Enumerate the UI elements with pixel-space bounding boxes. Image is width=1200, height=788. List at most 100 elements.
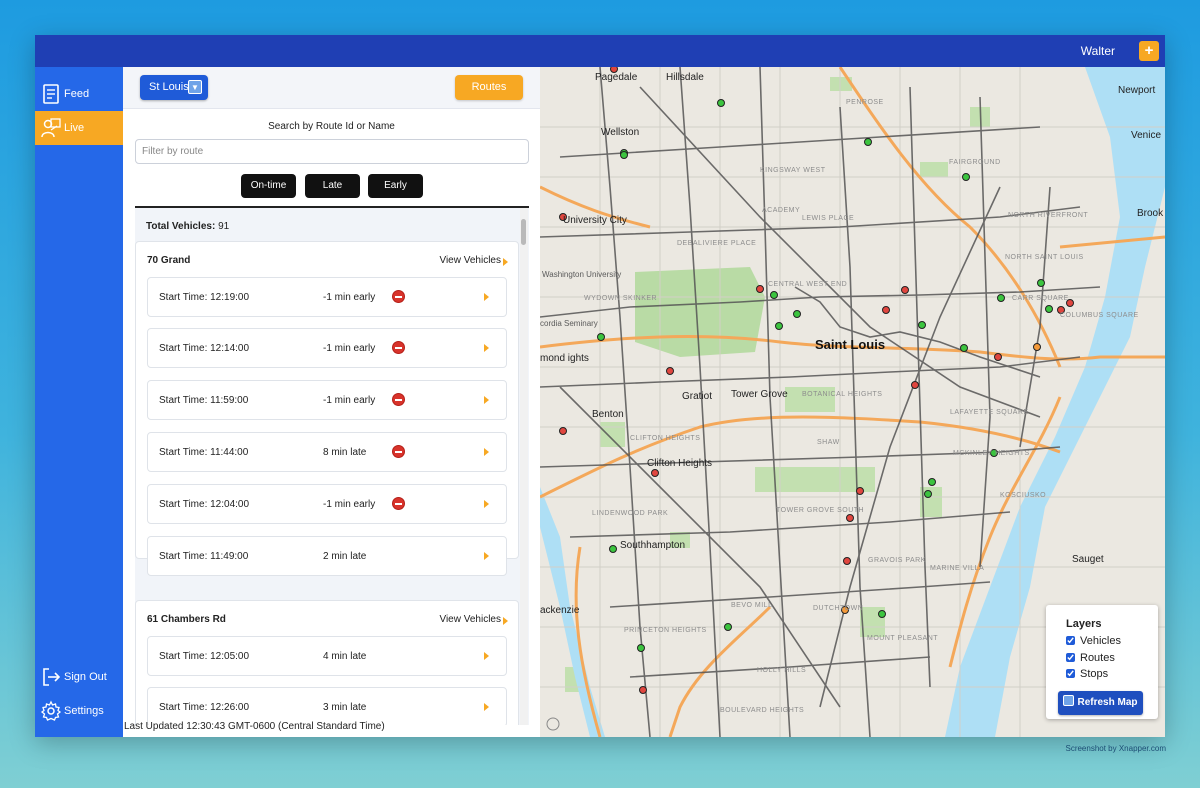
username[interactable]: Walter bbox=[1081, 44, 1115, 58]
map-label: BEVO MILL bbox=[731, 602, 773, 609]
trip-row[interactable]: Start Time: 12:05:00 4 min late bbox=[147, 636, 507, 676]
no-entry-icon bbox=[393, 291, 404, 302]
map-label: Tower Grove bbox=[731, 389, 788, 400]
sidebar-item-label: Feed bbox=[64, 88, 90, 100]
caret-right-icon[interactable] bbox=[503, 258, 508, 266]
map-label: KOSCIUSKO bbox=[1000, 492, 1047, 499]
map-label: Gratiot bbox=[682, 391, 713, 402]
city-selector[interactable]: St Louis ▼ bbox=[140, 75, 208, 100]
map-label: GRAVOIS PARK bbox=[868, 557, 926, 564]
map-label: DEBALIVIERE PLACE bbox=[677, 240, 757, 247]
map-label: SHAW bbox=[817, 439, 840, 446]
sidebar-item-live[interactable]: Live bbox=[35, 111, 123, 145]
panel-header: St Louis ▼ Routes bbox=[123, 67, 540, 109]
sign-out-icon bbox=[43, 668, 61, 686]
map-label: MARINE VILLA bbox=[930, 565, 985, 572]
caret-right-icon[interactable] bbox=[484, 293, 489, 301]
sidebar-item-label: Settings bbox=[64, 705, 104, 717]
map-view[interactable]: Pagedale Hillsdale Wellston University C… bbox=[540, 67, 1165, 737]
layer-routes-toggle[interactable]: Routes bbox=[1066, 652, 1115, 664]
route-name: 61 Chambers Rd bbox=[147, 614, 226, 625]
map-label: ACADEMY bbox=[762, 207, 801, 214]
caret-right-icon[interactable] bbox=[484, 703, 489, 711]
filter-late-button[interactable]: Late bbox=[305, 174, 360, 198]
city-label: St Louis bbox=[149, 81, 189, 93]
map-label: Brook bbox=[1137, 208, 1164, 219]
route-list[interactable]: Total Vehicles: 91 70 Grand View Vehicle… bbox=[135, 208, 529, 725]
document-icon bbox=[43, 84, 59, 104]
vehicles-checkbox[interactable] bbox=[1066, 636, 1075, 645]
sidebar-item-label: Live bbox=[64, 122, 85, 134]
trip-start-time: Start Time: 12:04:00 bbox=[159, 499, 250, 510]
view-vehicles-link[interactable]: View Vehicles bbox=[439, 255, 501, 266]
scrollbar-thumb[interactable] bbox=[521, 219, 526, 245]
settings-button[interactable]: Settings bbox=[35, 694, 123, 728]
route-filter-input[interactable] bbox=[135, 139, 529, 164]
map-label: Saint Louis bbox=[815, 337, 886, 352]
map-label: BOULEVARD HEIGHTS bbox=[720, 707, 805, 714]
map-label: Southhampton bbox=[620, 540, 686, 551]
map-label: BOTANICAL HEIGHTS bbox=[802, 391, 883, 398]
map-label: DUTCHTOWN bbox=[813, 605, 864, 612]
caret-right-icon[interactable] bbox=[484, 396, 489, 404]
sidebar-item-label: Sign Out bbox=[64, 671, 107, 683]
routes-button[interactable]: Routes bbox=[455, 75, 523, 100]
layer-vehicles-toggle[interactable]: Vehicles bbox=[1066, 635, 1121, 647]
map-label: LINDENWOOD PARK bbox=[592, 510, 669, 517]
app-window: Walter + Feed Live Sign Out Settings St … bbox=[35, 35, 1165, 737]
caret-right-icon[interactable] bbox=[484, 344, 489, 352]
routes-checkbox[interactable] bbox=[1066, 653, 1075, 662]
caret-right-icon[interactable] bbox=[484, 448, 489, 456]
total-label: Total Vehicles: bbox=[146, 221, 216, 232]
map-label: NORTH RIVERFRONT bbox=[1008, 212, 1089, 219]
top-bar: Walter + bbox=[35, 35, 1165, 67]
layer-stops-toggle[interactable]: Stops bbox=[1066, 668, 1108, 680]
add-button[interactable]: + bbox=[1139, 41, 1159, 61]
trip-row[interactable]: Start Time: 11:59:00 -1 min early bbox=[147, 380, 507, 420]
map-label: Newport bbox=[1118, 85, 1156, 96]
trip-start-time: Start Time: 11:59:00 bbox=[159, 395, 249, 406]
map-label: CLIFTON HEIGHTS bbox=[630, 435, 701, 442]
filter-ontime-button[interactable]: On-time bbox=[241, 174, 296, 198]
view-vehicles-link[interactable]: View Vehicles bbox=[439, 614, 501, 625]
map-label: FAIRGROUND bbox=[949, 159, 1001, 166]
sign-out-button[interactable]: Sign Out bbox=[35, 660, 123, 694]
trip-row[interactable]: Start Time: 12:26:00 3 min late bbox=[147, 687, 507, 725]
trip-row[interactable]: Start Time: 11:44:00 8 min late bbox=[147, 432, 507, 472]
scrollbar[interactable] bbox=[520, 208, 528, 725]
caret-right-icon[interactable] bbox=[484, 552, 489, 560]
trip-row[interactable]: Start Time: 12:14:00 -1 min early bbox=[147, 328, 507, 368]
caret-right-icon[interactable] bbox=[484, 500, 489, 508]
map-label: Clifton Heights bbox=[647, 458, 713, 469]
trip-status: 3 min late bbox=[323, 702, 367, 713]
map-label: University City bbox=[563, 215, 627, 226]
filter-early-button[interactable]: Early bbox=[368, 174, 423, 198]
caret-right-icon[interactable] bbox=[503, 617, 508, 625]
layers-title: Layers bbox=[1066, 618, 1102, 630]
trip-status: -1 min early bbox=[323, 292, 376, 303]
trip-row[interactable]: Start Time: 12:19:00 -1 min early bbox=[147, 277, 507, 317]
routes-panel: St Louis ▼ Routes Search by Route Id or … bbox=[123, 67, 540, 737]
refresh-map-button[interactable]: Refresh Map bbox=[1058, 691, 1143, 715]
trip-row[interactable]: Start Time: 12:04:00 -1 min early bbox=[147, 484, 507, 524]
refresh-label: Refresh Map bbox=[1077, 697, 1138, 708]
map-label: ackenzie bbox=[540, 605, 580, 616]
map-label: HOLLY HILLS bbox=[757, 667, 807, 674]
map-label: cordia Seminary bbox=[540, 319, 598, 328]
trip-status: 8 min late bbox=[323, 447, 367, 458]
map-label: KINGSWAY WEST bbox=[760, 167, 826, 174]
route-card: 61 Chambers Rd View Vehicles Start Time:… bbox=[135, 600, 519, 725]
trip-status: 2 min late bbox=[323, 551, 367, 562]
caret-right-icon[interactable] bbox=[484, 652, 489, 660]
sidebar-item-feed[interactable]: Feed bbox=[35, 77, 123, 111]
layer-label: Vehicles bbox=[1080, 635, 1121, 647]
trip-status: 4 min late bbox=[323, 651, 367, 662]
no-entry-icon bbox=[393, 446, 404, 457]
map-label: Washington University bbox=[542, 270, 622, 279]
map-label: PENROSE bbox=[846, 99, 884, 106]
trip-row[interactable]: Start Time: 11:49:00 2 min late bbox=[147, 536, 507, 576]
stops-checkbox[interactable] bbox=[1066, 669, 1075, 678]
map-label: CARR SQUARE bbox=[1012, 295, 1069, 302]
trip-start-time: Start Time: 12:14:00 bbox=[159, 343, 250, 354]
map-label: TOWER GROVE SOUTH bbox=[776, 507, 865, 514]
